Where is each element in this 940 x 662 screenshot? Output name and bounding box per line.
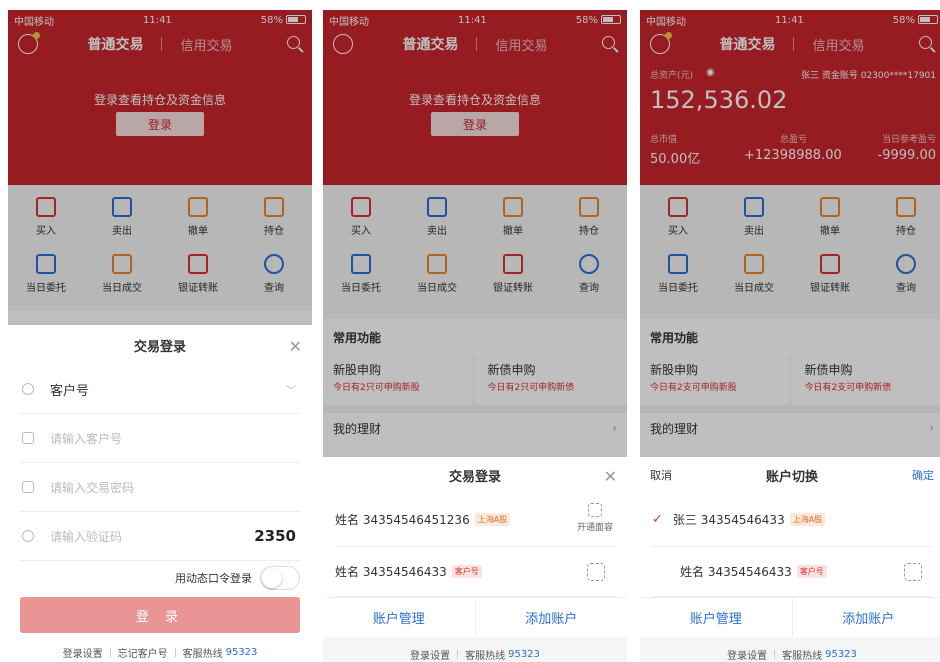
login-settings-link[interactable]: 登录设置: [63, 645, 103, 660]
login-footer: 登录设置 客服热线 95323: [640, 637, 940, 662]
account-item-selected[interactable]: ✓ 张三 34354546433 上海A股: [652, 493, 932, 547]
account-item[interactable]: 姓名 34354546451236 上海A股 开通面容: [335, 493, 615, 547]
dim-overlay: [8, 10, 312, 325]
lock-icon: [22, 481, 34, 493]
customer-tag: 客户号: [451, 565, 482, 578]
hotline-label: 客服热线: [465, 650, 506, 662]
hotline-number[interactable]: 95323: [226, 647, 258, 658]
check-icon: ✓: [652, 512, 663, 527]
login-sheet: 交易登录 ✕ 客户号 ﹀ 请输入客户号 请输入交易密码 请输入验证码 2350 …: [8, 325, 312, 662]
face-id-icon: [588, 503, 602, 517]
login-settings-link[interactable]: 登录设置: [410, 647, 450, 662]
hotline-number[interactable]: 95323: [825, 649, 857, 660]
captcha-code[interactable]: 2350: [254, 527, 296, 545]
account-actions: 账户管理 添加账户: [640, 597, 940, 637]
market-tag: 上海A股: [474, 513, 511, 526]
account-item[interactable]: 姓名 34354546433 客户号: [335, 547, 615, 597]
sheet-title: 账户切换: [765, 469, 818, 485]
account-actions: 账户管理 添加账户: [323, 597, 627, 637]
dynamic-login-row: 用动态口令登录: [20, 561, 300, 595]
add-account-button[interactable]: 添加账户: [474, 598, 628, 637]
login-footer: 登录设置 客服热线 95323: [323, 637, 627, 662]
shield-icon: [22, 530, 34, 542]
customer-number-input[interactable]: 请输入客户号: [20, 414, 300, 463]
phone-screen-login-form: 中国移动 11:41 58% 普通交易 信用交易 登录查看持仓及资金信息 登录 …: [8, 10, 312, 662]
close-icon[interactable]: ✕: [289, 337, 302, 356]
hotline-label: 客服热线: [782, 650, 823, 662]
dim-overlay: [640, 10, 940, 457]
fingerprint-icon[interactable]: [587, 563, 605, 581]
captcha-input[interactable]: 请输入验证码 2350: [20, 512, 300, 561]
dim-overlay: [323, 10, 627, 457]
switch-header: 取消 账户切换 确定: [640, 457, 940, 493]
hotline-label: 客服热线: [182, 648, 223, 660]
fingerprint-icon[interactable]: [904, 563, 922, 581]
confirm-button[interactable]: 确定: [912, 467, 934, 483]
dynamic-login-toggle[interactable]: [260, 566, 300, 590]
customer-tag: 客户号: [796, 565, 827, 578]
dynamic-login-label: 用动态口令登录: [175, 572, 252, 585]
password-input[interactable]: 请输入交易密码: [20, 463, 300, 512]
account-item[interactable]: 姓名 34354546433 客户号: [652, 547, 932, 597]
sheet-title: 交易登录 ✕: [448, 467, 617, 486]
hotline-number[interactable]: 95323: [508, 649, 540, 660]
cancel-button[interactable]: 取消: [650, 467, 672, 483]
chevron-down-icon: ﹀: [286, 385, 296, 397]
manage-accounts-button[interactable]: 账户管理: [323, 598, 475, 637]
forgot-customer-link[interactable]: 忘记客户号: [118, 645, 168, 660]
login-settings-link[interactable]: 登录设置: [727, 647, 767, 662]
account-switch-sheet: 取消 账户切换 确定 ✓ 张三 34354546433 上海A股 姓名 3435…: [640, 457, 940, 662]
login-footer: 登录设置 忘记客户号 客服热线 95323: [8, 633, 312, 662]
sheet-title: 交易登录 ✕: [133, 337, 302, 356]
add-account-button[interactable]: 添加账户: [791, 598, 940, 637]
customer-type-select[interactable]: 客户号 ﹀: [20, 365, 300, 414]
phone-icon: [22, 432, 34, 444]
login-submit-button[interactable]: 登 录: [20, 597, 300, 633]
account-login-sheet: 交易登录 ✕ 姓名 34354546451236 上海A股 开通面容 姓名 34…: [323, 457, 627, 662]
phone-screen-account-switch: 中国移动 11:41 58% 普通交易 信用交易 总资产(元) ◉ 张三 资金账…: [640, 10, 940, 662]
market-tag: 上海A股: [789, 513, 826, 526]
user-icon: [22, 383, 34, 395]
close-icon[interactable]: ✕: [604, 467, 617, 486]
face-id-button[interactable]: 开通面容: [575, 503, 615, 533]
phone-screen-account-login: 中国移动 11:41 58% 普通交易 信用交易 登录查看持仓及资金信息 登录 …: [323, 10, 627, 662]
manage-accounts-button[interactable]: 账户管理: [640, 598, 792, 637]
